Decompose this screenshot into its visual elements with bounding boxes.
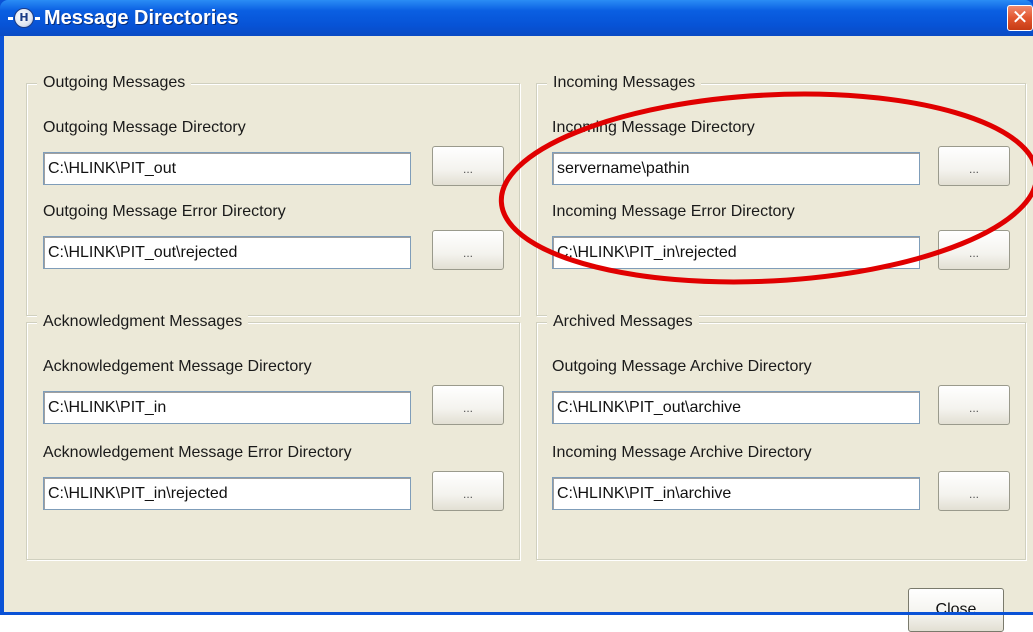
incoming-archive-dir-input[interactable]: C:\HLINK\PIT_in\archive <box>552 477 920 510</box>
incoming-dir-label: Incoming Message Directory <box>552 119 755 136</box>
incoming-err-dir-input[interactable]: C:\HLINK\PIT_in\rejected <box>552 236 920 269</box>
outgoing-err-dir-input[interactable]: C:\HLINK\PIT_out\rejected <box>43 236 411 269</box>
outgoing-archive-dir-label: Outgoing Message Archive Directory <box>552 358 812 375</box>
ack-dir-label: Acknowledgement Message Directory <box>43 358 312 375</box>
outgoing-dir-label: Outgoing Message Directory <box>43 119 246 136</box>
incoming-messages-group-title: Incoming Messages <box>547 73 702 93</box>
ack-err-dir-input[interactable]: C:\HLINK\PIT_in\rejected <box>43 477 411 510</box>
incoming-messages-group: Incoming Messages Incoming Message Direc… <box>536 73 1026 316</box>
window-title: Message Directories <box>44 7 239 29</box>
outgoing-dir-input[interactable]: C:\HLINK\PIT_out <box>43 152 411 185</box>
outgoing-archive-dir-browse-button[interactable]: ... <box>938 385 1010 425</box>
outgoing-messages-group: Outgoing Messages Outgoing Message Direc… <box>26 73 520 316</box>
ack-dir-input[interactable]: C:\HLINK\PIT_in <box>43 391 411 424</box>
close-button[interactable]: Close <box>908 588 1004 632</box>
outgoing-err-dir-browse-button[interactable]: ... <box>432 230 504 270</box>
dialog-client-area: Outgoing Messages Outgoing Message Direc… <box>4 36 1033 632</box>
title-bar[interactable]: H Message Directories ✕ <box>0 0 1033 36</box>
archived-messages-group: Archived Messages Outgoing Message Archi… <box>536 312 1026 560</box>
outgoing-dir-browse-button[interactable]: ... <box>432 146 504 186</box>
incoming-archive-dir-label: Incoming Message Archive Directory <box>552 444 812 461</box>
outgoing-err-dir-label: Outgoing Message Error Directory <box>43 203 286 220</box>
ack-dir-browse-button[interactable]: ... <box>432 385 504 425</box>
incoming-err-dir-label: Incoming Message Error Directory <box>552 203 795 220</box>
acknowledgment-messages-group: Acknowledgment Messages Acknowledgement … <box>26 312 520 560</box>
close-icon[interactable]: ✕ <box>1007 5 1033 31</box>
dialog-window: H Message Directories ✕ Outgoing Message… <box>0 0 1033 632</box>
incoming-dir-input[interactable]: servername\pathin <box>552 152 920 185</box>
ack-err-dir-browse-button[interactable]: ... <box>432 471 504 511</box>
incoming-archive-dir-browse-button[interactable]: ... <box>938 471 1010 511</box>
archived-messages-group-title: Archived Messages <box>547 312 699 332</box>
outgoing-archive-dir-input[interactable]: C:\HLINK\PIT_out\archive <box>552 391 920 424</box>
app-logo-icon: H <box>8 8 40 28</box>
incoming-err-dir-browse-button[interactable]: ... <box>938 230 1010 270</box>
incoming-dir-browse-button[interactable]: ... <box>938 146 1010 186</box>
outgoing-messages-group-title: Outgoing Messages <box>37 73 192 93</box>
ack-err-dir-label: Acknowledgement Message Error Directory <box>43 444 352 461</box>
acknowledgment-messages-group-title: Acknowledgment Messages <box>37 312 249 332</box>
